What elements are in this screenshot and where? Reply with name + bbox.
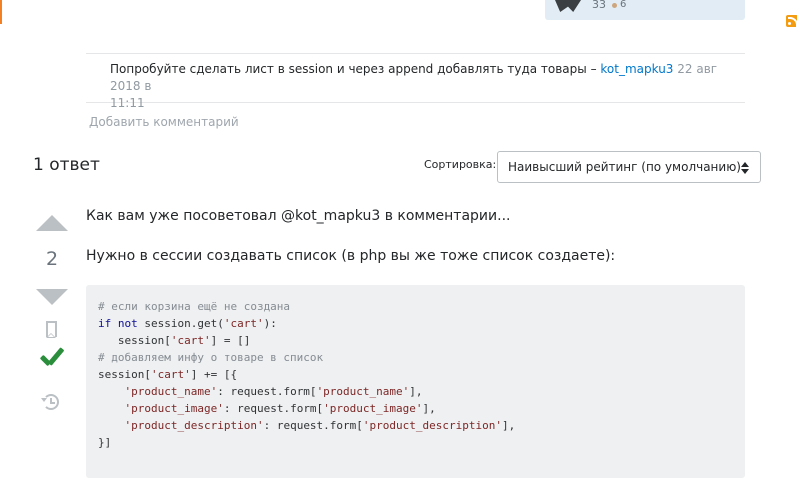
comment-text: Попробуйте сделать лист в session и чере… [110,62,601,76]
sort-selected-value: Наивысший рейтинг (по умолчанию) [508,160,741,174]
history-icon[interactable] [41,392,61,412]
bookmark-icon[interactable] [46,321,57,338]
comment: Попробуйте сделать лист в session и чере… [86,53,745,110]
vote-count: 2 [45,248,59,270]
code-line: 'product_image': request.form['product_i… [124,402,436,415]
left-accent-bar [0,0,2,24]
code-line: }] [98,436,112,449]
history-icon-hand [50,402,55,404]
comment-date-part2: 11:11 [110,96,145,110]
comment-author-link[interactable]: kot_mapku3 [600,62,673,76]
code-line: session['cart'] += [{ [98,368,238,381]
add-comment-link[interactable]: Добавить комментарий [89,115,239,129]
bronze-badge-icon [612,3,617,8]
answer-paragraph: Нужно в сессии создавать список (в php в… [86,248,616,264]
answer-paragraph: Как вам уже посоветовал @kot_mapku3 в ко… [86,208,511,224]
vote-down-button[interactable] [36,289,68,305]
code-line: # если корзина ещё не создана [98,300,291,313]
sort-label: Сортировка: [424,158,497,171]
code-line: 'product_description': request.form['pro… [124,419,516,432]
code-line: # добавляем инфу о товаре в список [98,351,324,364]
code-line: 'product_name': request.form['product_na… [124,385,423,398]
user-card[interactable]: 33 6 [545,0,745,20]
answers-count-header: 1 ответ [33,155,100,175]
code-line: session['cart'] = [] [98,334,251,347]
code-line: if not session.get('cart'): [98,317,277,330]
code-block: # если корзина ещё не создана if not sess… [86,285,745,478]
check-stroke-long [47,347,65,366]
accepted-checkmark-icon [39,346,65,370]
avatar[interactable] [555,0,581,12]
history-icon-arrow [41,398,47,402]
vote-up-button[interactable] [36,215,68,231]
select-arrows-icon [741,161,749,175]
bronze-badge-count: 6 [620,0,627,10]
rss-icon[interactable] [786,15,797,27]
user-reputation: 33 [592,0,606,11]
sort-select[interactable]: Наивысший рейтинг (по умолчанию) [497,151,761,183]
